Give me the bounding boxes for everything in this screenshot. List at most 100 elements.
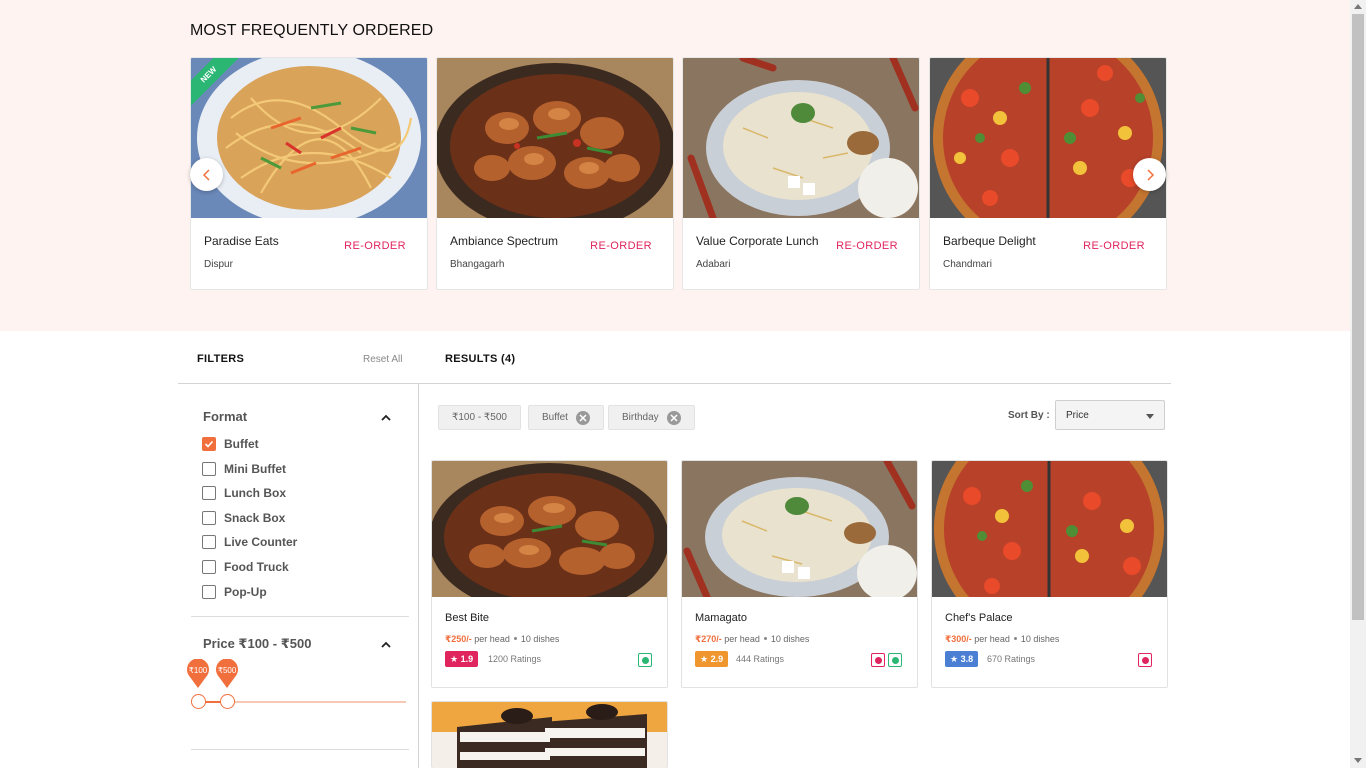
option-label: Food Truck: [224, 560, 289, 574]
biryani-image: [682, 461, 917, 597]
biryani-image: [683, 58, 919, 218]
dish-count: 10 dishes: [770, 634, 810, 644]
reorder-button[interactable]: RE-ORDER: [590, 240, 652, 252]
reorder-card[interactable]: Barbeque Delight Chandmari RE-ORDER: [929, 57, 1167, 290]
format-option-pop-up[interactable]: Pop-Up: [202, 584, 267, 600]
option-label: Mini Buffet: [224, 462, 286, 476]
rating-value: 3.8: [960, 654, 974, 664]
reorder-carousel: NEW Paradise Eats Dispur RE-ORDER Ambian…: [190, 57, 1168, 290]
chip-label: ₹100 - ₹500: [452, 412, 507, 423]
format-option-buffet[interactable]: Buffet: [202, 436, 259, 452]
remove-filter-button[interactable]: [666, 410, 681, 425]
price-unit: per head: [724, 634, 760, 644]
applied-filter-chip: Birthday: [608, 405, 695, 430]
restaurant-location: Adabari: [696, 259, 731, 270]
format-option-live-counter[interactable]: Live Counter: [202, 534, 297, 550]
reorder-card[interactable]: Value Corporate Lunch Adabari RE-ORDER: [682, 57, 920, 290]
restaurant-name: Mamagato: [695, 612, 747, 624]
reorder-card[interactable]: NEW Paradise Eats Dispur RE-ORDER: [190, 57, 428, 290]
noodles-image: NEW: [191, 58, 427, 218]
page: MOST FREQUENTLY ORDERED NEW Paradise Eat…: [0, 0, 1366, 768]
price-max-label: ₹500: [217, 666, 237, 675]
collapse-price-button[interactable]: [380, 638, 392, 650]
chevron-up-icon: [381, 641, 391, 648]
reorder-button[interactable]: RE-ORDER: [1083, 240, 1145, 252]
checkbox-checked[interactable]: [202, 437, 216, 451]
price: ₹300/-: [945, 634, 972, 644]
restaurant-location: Bhangagarh: [450, 259, 505, 270]
price-slider-max-handle[interactable]: [220, 694, 236, 709]
applied-filter-chip: ₹100 - ₹500: [438, 405, 521, 430]
checkbox[interactable]: [202, 486, 216, 500]
option-label: Lunch Box: [224, 486, 286, 500]
reorder-button[interactable]: RE-ORDER: [836, 240, 898, 252]
non-veg-icon: [871, 653, 885, 667]
ratings-count: 670 Ratings: [987, 654, 1036, 664]
checkbox[interactable]: [202, 462, 216, 476]
chevron-right-icon: [1146, 168, 1154, 181]
section-title: MOST FREQUENTLY ORDERED: [190, 22, 434, 39]
applied-filter-chip: Buffet: [528, 405, 604, 430]
collapse-format-button[interactable]: [380, 411, 392, 423]
format-option-snack-box[interactable]: Snack Box: [202, 510, 285, 526]
restaurant-name: Value Corporate Lunch: [696, 234, 819, 248]
price-unit: per head: [474, 634, 510, 644]
option-label: Snack Box: [224, 511, 286, 525]
checkbox[interactable]: [202, 585, 216, 599]
cake-image: [432, 702, 667, 768]
price-min-tooltip: ₹100: [185, 659, 211, 689]
reorder-button[interactable]: RE-ORDER: [344, 240, 406, 252]
format-option-lunch-box[interactable]: Lunch Box: [202, 485, 286, 501]
ratings-count: 444 Ratings: [736, 654, 785, 664]
sort-value: Price: [1066, 410, 1089, 421]
checkbox[interactable]: [202, 560, 216, 574]
price-min-label: ₹100: [188, 666, 208, 675]
restaurant-name: Barbeque Delight: [943, 234, 1036, 248]
result-card[interactable]: Mamagato ₹270/- per head 10 dishes ★ 2.9 …: [681, 460, 918, 688]
reorder-card[interactable]: Ambiance Spectrum Bhangagarh RE-ORDER: [436, 57, 674, 290]
option-label: Buffet: [224, 437, 259, 451]
chip-label: Birthday: [622, 412, 659, 423]
price-info: ₹250/- per head 10 dishes: [445, 634, 559, 645]
non-veg-icon: [1138, 653, 1152, 667]
close-icon: [670, 413, 678, 422]
price: ₹250/-: [445, 634, 472, 644]
result-card[interactable]: [431, 701, 668, 768]
price-info: ₹300/- per head 10 dishes: [945, 634, 1059, 645]
scroll-down-arrow-icon[interactable]: [1354, 758, 1362, 763]
restaurant-name: Chef's Palace: [945, 612, 1013, 624]
option-label: Live Counter: [224, 535, 298, 549]
checkbox[interactable]: [202, 511, 216, 525]
divider: [418, 383, 419, 768]
vertical-scrollbar[interactable]: [1350, 0, 1366, 768]
sort-by-label: Sort By :: [1008, 410, 1050, 421]
divider: [191, 616, 409, 617]
chevron-left-icon: [202, 168, 210, 181]
dish-count: 10 dishes: [520, 634, 560, 644]
carousel-next-button[interactable]: [1133, 158, 1166, 191]
chevron-up-icon: [381, 414, 391, 421]
chicken-curry-image: [437, 58, 673, 218]
reset-all-link[interactable]: Reset All: [363, 354, 402, 365]
results-title: RESULTS (4): [445, 353, 516, 365]
restaurant-name: Paradise Eats: [204, 234, 279, 248]
carousel-prev-button[interactable]: [190, 158, 223, 191]
dish-count: 10 dishes: [1020, 634, 1060, 644]
format-option-mini-buffet[interactable]: Mini Buffet: [202, 461, 286, 477]
star-icon: ★: [700, 654, 709, 664]
format-option-food-truck[interactable]: Food Truck: [202, 559, 289, 575]
price: ₹270/-: [695, 634, 722, 644]
result-card[interactable]: Best Bite ₹250/- per head 10 dishes ★ 1.9…: [431, 460, 668, 688]
scrollbar-thumb[interactable]: [1352, 14, 1364, 620]
rating-badge: ★ 1.9: [445, 651, 479, 667]
sort-select[interactable]: Price: [1055, 400, 1165, 430]
remove-filter-button[interactable]: [575, 410, 590, 425]
price-filter-title: Price ₹100 - ₹500: [203, 636, 312, 651]
restaurant-name: Best Bite: [445, 612, 490, 624]
price-slider-min-handle[interactable]: [191, 694, 206, 709]
veg-icon: [638, 653, 652, 667]
result-card[interactable]: Chef's Palace ₹300/- per head 10 dishes ★…: [931, 460, 1168, 688]
checkbox[interactable]: [202, 535, 216, 549]
scroll-up-arrow-icon[interactable]: [1354, 4, 1362, 9]
rating-badge: ★ 2.9: [695, 651, 729, 667]
